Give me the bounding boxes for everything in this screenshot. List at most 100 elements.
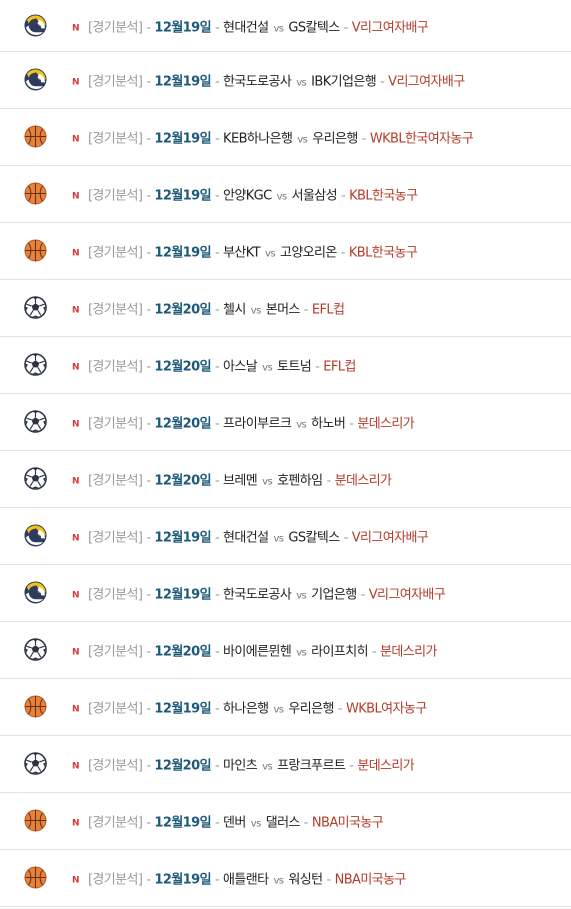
league-name: KBL한국농구 <box>348 245 418 261</box>
category-label: [경기분석] <box>87 302 143 318</box>
separator: - <box>146 701 151 717</box>
list-item[interactable]: N [경기분석] -12월19일 - 덴버 vs 댈러스 - NBA미국농구 <box>0 793 571 850</box>
list-item[interactable]: N [경기분석] -12월20일 - 마인츠 vs 프랑크푸르트 - 분데스리가 <box>0 736 571 793</box>
list-item[interactable]: N [경기분석] -12월19일 - 부산KT vs 고양오리온 - KBL한국농구 <box>0 223 571 280</box>
list-item[interactable]: N [경기분석] -12월19일 - 한국도로공사 vs 기업은행 - V리그여자배구 <box>0 565 571 622</box>
list-item[interactable]: N [경기분석] -12월19일 - 안양KGC vs 서울삼성 - KBL한국농구 <box>0 166 571 223</box>
league-name: EFL컵 <box>323 359 356 375</box>
match-date: 12월19일 <box>154 815 211 831</box>
away-team: 우리은행 <box>288 701 334 717</box>
separator: - <box>214 131 220 147</box>
separator: - <box>326 872 332 888</box>
item-link[interactable]: N [경기분석] -12월20일 - 프라이부르크 vs 하노버 - 분데스리가 <box>72 413 415 432</box>
away-team: 프랑크푸르트 <box>277 758 346 774</box>
match-date: 12월20일 <box>154 644 211 660</box>
new-badge: N <box>72 248 80 259</box>
category-label: [경기분석] <box>87 245 143 261</box>
home-team: 프라이부르크 <box>223 416 292 432</box>
separator: - <box>214 416 220 432</box>
soccer-ball-icon <box>24 353 47 376</box>
list-item[interactable]: N [경기분석] -12월19일 - 현대건설 vs GS칼텍스 - V리그여자배구 <box>0 0 571 52</box>
item-link[interactable]: N [경기분석] -12월20일 - 브레멘 vs 호펜하임 - 분데스리가 <box>72 470 392 489</box>
basketball-icon <box>24 809 47 832</box>
separator: - <box>343 530 349 546</box>
separator: - <box>360 587 366 603</box>
list-item[interactable]: N [경기분석] -12월19일 - 하나은행 vs 우리은행 - WKBL여자농구 <box>0 679 571 736</box>
item-link[interactable]: N [경기분석] -12월19일 - 하나은행 vs 우리은행 - WKBL여자농구 <box>72 698 427 717</box>
home-team: 하나은행 <box>223 701 269 717</box>
home-team: KEB하나은행 <box>223 131 293 147</box>
item-link[interactable]: N [경기분석] -12월19일 - 안양KGC vs 서울삼성 - KBL한국농구 <box>72 185 418 204</box>
category-label: [경기분석] <box>87 644 143 660</box>
volleyball-icon <box>24 524 47 547</box>
item-link[interactable]: N [경기분석] -12월19일 - KEB하나은행 vs 우리은행 - WKBL한국여자농구 <box>72 128 474 147</box>
separator: - <box>340 245 346 261</box>
away-team: 본머스 <box>265 302 301 318</box>
list-item[interactable]: N [경기분석] -12월20일 - 브레멘 vs 호펜하임 - 분데스리가 <box>0 451 571 508</box>
league-name: NBA미국농구 <box>311 815 384 831</box>
new-badge: N <box>72 761 80 772</box>
match-date: 12월20일 <box>154 473 211 489</box>
new-badge: N <box>72 647 80 658</box>
category-label: [경기분석] <box>87 701 143 717</box>
vs-label: vs <box>296 77 307 89</box>
item-link[interactable]: N [경기분석] -12월19일 - 한국도로공사 vs IBK기업은행 - V리그여자배구 <box>72 71 465 90</box>
volleyball-icon <box>24 581 47 604</box>
league-name: V리그여자배구 <box>368 587 446 603</box>
separator: - <box>146 131 151 147</box>
vs-label: vs <box>296 419 307 431</box>
home-team: 부산KT <box>223 245 261 261</box>
new-badge: N <box>72 362 80 373</box>
item-link[interactable]: N [경기분석] -12월19일 - 한국도로공사 vs 기업은행 - V리그여자배구 <box>72 584 446 603</box>
list-item[interactable]: N [경기분석] -12월20일 - 바이에른뮌헨 vs 라이프치히 - 분데스리가 <box>0 622 571 679</box>
item-link[interactable]: N [경기분석] -12월19일 - 애틀랜타 vs 워싱턴 - NBA미국농구 <box>72 869 406 888</box>
item-link[interactable]: N [경기분석] -12월20일 - 마인츠 vs 프랑크푸르트 - 분데스리가 <box>72 755 415 774</box>
separator: - <box>146 758 151 774</box>
item-link[interactable]: N [경기분석] -12월19일 - 덴버 vs 댈러스 - NBA미국농구 <box>72 812 384 831</box>
match-date: 12월19일 <box>154 131 211 147</box>
league-name: V리그여자배구 <box>388 74 465 90</box>
volleyball-icon <box>24 13 47 37</box>
separator: - <box>303 302 309 318</box>
separator: - <box>146 644 151 660</box>
vs-label: vs <box>262 761 273 773</box>
separator: - <box>146 302 151 318</box>
vs-label: vs <box>276 191 288 203</box>
list-item[interactable]: N [경기분석] -12월19일 - 현대건설 vs GS칼텍스 - V리그여자배구 <box>0 508 571 565</box>
category-label: [경기분석] <box>87 74 143 90</box>
list-item[interactable]: N [경기분석] -12월19일 - 한국도로공사 vs IBK기업은행 - V리그여자배구 <box>0 52 571 109</box>
separator: - <box>371 644 377 660</box>
vs-label: vs <box>296 647 307 659</box>
new-badge: N <box>72 590 80 601</box>
item-link[interactable]: N [경기분석] -12월20일 - 바이에른뮌헨 vs 라이프치히 - 분데스리가 <box>72 641 437 660</box>
separator: - <box>349 758 354 774</box>
item-link[interactable]: N [경기분석] -12월20일 - 첼시 vs 본머스 - EFL컵 <box>72 299 345 318</box>
league-name: 분데스리가 <box>357 758 415 774</box>
category-label: [경기분석] <box>87 530 143 546</box>
item-link[interactable]: N [경기분석] -12월20일 - 아스날 vs 토트넘 - EFL컵 <box>72 356 356 375</box>
match-date: 12월19일 <box>154 587 211 603</box>
home-team: 한국도로공사 <box>223 74 292 90</box>
separator: - <box>146 587 151 603</box>
list-item[interactable]: N [경기분석] -12월19일 - 애틀랜타 vs 워싱턴 - NBA미국농구 <box>0 850 571 907</box>
away-team: 댈러스 <box>265 815 301 831</box>
new-badge: N <box>72 134 80 145</box>
list-item[interactable]: N [경기분석] -12월20일 - 프라이부르크 vs 하노버 - 분데스리가 <box>0 394 571 451</box>
match-date: 12월20일 <box>154 758 211 774</box>
list-item[interactable]: N [경기분석] -12월20일 - 첼시 vs 본머스 - EFL컵 <box>0 280 571 337</box>
vs-label: vs <box>296 590 307 602</box>
home-team: 브레멘 <box>223 473 258 489</box>
match-date: 12월19일 <box>154 20 211 35</box>
separator: - <box>146 872 151 888</box>
list-item[interactable]: N [경기분석] -12월19일 - KEB하나은행 vs 우리은행 - WKBL한국여자농구 <box>0 109 571 166</box>
match-date: 12월19일 <box>154 530 211 546</box>
category-label: [경기분석] <box>87 758 143 774</box>
item-link[interactable]: N [경기분석] -12월19일 - 현대건설 vs GS칼텍스 - V리그여자배구 <box>72 527 429 546</box>
away-team: 호펜하임 <box>277 473 323 489</box>
category-label: [경기분석] <box>87 815 143 831</box>
list-item[interactable]: N [경기분석] -12월20일 - 아스날 vs 토트넘 - EFL컵 <box>0 337 571 394</box>
item-link[interactable]: N [경기분석] -12월19일 - 부산KT vs 고양오리온 - KBL한국농구 <box>72 242 418 261</box>
separator: - <box>337 701 343 717</box>
item-link[interactable]: N [경기분석] -12월19일 - 현대건설 vs GS칼텍스 - V리그여자배구 <box>72 16 429 35</box>
league-name: WKBL여자농구 <box>345 701 427 717</box>
